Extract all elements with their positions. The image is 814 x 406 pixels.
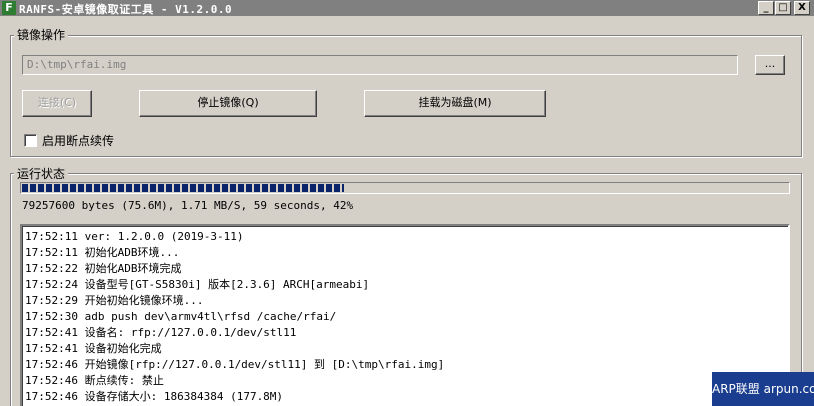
minimize-button[interactable]: _ — [758, 1, 774, 15]
image-path-field[interactable]: D:\tmp\rfai.img — [22, 55, 738, 75]
log-line: 17:52:22 初始化ADB环境完成 — [25, 262, 182, 275]
log-line: 17:52:11 初始化ADB环境... — [25, 246, 180, 259]
log-line: 17:52:29 开始初始化镜像环境... — [25, 294, 204, 307]
log-line: 17:52:46 设备存储大小: 186384384 (177.8M) — [25, 390, 284, 403]
log-line: 17:52:24 设备型号[GT-S5830i] 版本[2.3.6] ARCH[… — [25, 278, 370, 291]
resume-checkbox-label[interactable]: 启用断点续传 — [42, 132, 114, 149]
connect-button[interactable]: 连接(C) — [22, 90, 92, 117]
resume-checkbox[interactable] — [24, 134, 37, 147]
mount-disk-button[interactable]: 挂载为磁盘(M) — [364, 90, 546, 117]
app-icon: F — [2, 1, 16, 15]
log-line: 17:52:46 开始镜像[rfp://127.0.0.1/dev/stl11]… — [25, 358, 445, 371]
window-title: RANFS-安卓镜像取证工具 - V1.2.0.0 — [19, 3, 233, 16]
progress-bar-fill — [22, 184, 344, 192]
stop-image-button[interactable]: 停止镜像(Q) — [139, 90, 317, 117]
close-button[interactable]: X — [794, 1, 810, 15]
transfer-status-text: 79257600 bytes (75.6M), 1.71 MB/S, 59 se… — [22, 199, 354, 212]
browse-button[interactable]: ... — [755, 55, 785, 75]
log-line: 17:52:30 adb push dev\armv4tl\rfsd /cach… — [25, 310, 337, 323]
run-status-label: 运行状态 — [14, 165, 69, 182]
maximize-button[interactable]: □ — [775, 1, 791, 15]
log-line: 17:52:46 断点续传: 禁止 — [25, 374, 164, 387]
log-line: 17:52:41 设备初始化完成 — [25, 342, 162, 355]
log-line: 17:52:11 ver: 1.2.0.0 (2019-3-11) — [25, 230, 244, 243]
title-bar: F RANFS-安卓镜像取证工具 - V1.2.0.0 _ □ X — [0, 0, 814, 16]
progress-bar — [20, 182, 790, 194]
watermark-logo: ARP联盟 arpun.com — [712, 372, 814, 406]
image-operations-label: 镜像操作 — [14, 26, 69, 43]
log-panel[interactable]: 17:52:11 ver: 1.2.0.0 (2019-3-11) 17:52:1… — [20, 224, 790, 406]
log-line: 17:52:41 设备名: rfp://127.0.0.1/dev/stl11 — [25, 326, 297, 339]
